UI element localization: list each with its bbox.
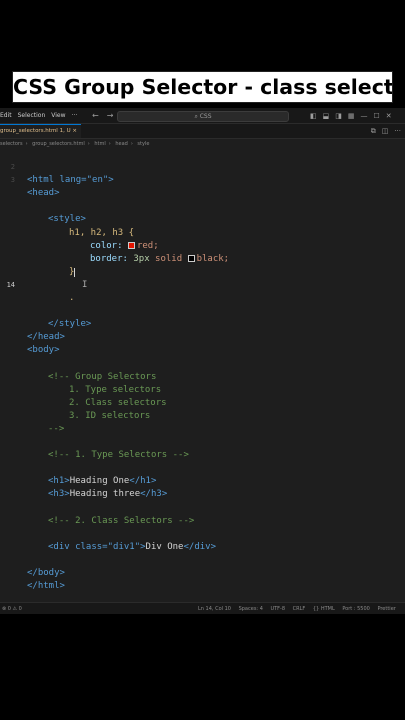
nav-arrows: ← → <box>92 108 113 123</box>
code-line: <div class="div1">Div One</div> <box>0 515 405 552</box>
breadcrumb-item[interactable]: html <box>94 141 105 147</box>
breadcrumb-item[interactable]: style <box>137 141 149 147</box>
command-center-search[interactable]: ⌕ CSS <box>117 111 289 122</box>
code-line: <!-- 1. Type Selectors --> <box>0 423 405 460</box>
tab-close-icon[interactable]: × <box>72 128 77 134</box>
menu-bar: Edit Selection View ··· <box>0 108 77 123</box>
toggle-secondary-sidebar-icon[interactable]: ◨ <box>335 112 342 120</box>
indentation[interactable]: Spaces: 4 <box>239 606 263 612</box>
code-line: 3 <head> <box>0 161 405 198</box>
code-text: </html> <box>27 581 65 592</box>
customize-layout-icon[interactable]: ▦ <box>348 112 355 120</box>
code-line: <!-- Group Selectors <box>0 344 405 382</box>
code-line: 3. ID selectors <box>0 384 405 421</box>
code-line: <style> <box>0 187 405 224</box>
code-line-active: 14 . <box>0 266 405 303</box>
code-line: <h1>Heading One</h1> <box>0 449 405 486</box>
code-area[interactable]: 2 <html lang="en"> 3 <head> <style> h1, … <box>0 148 405 591</box>
encoding[interactable]: UTF-8 <box>270 606 285 612</box>
status-right-items: Ln 14, Col 10 Spaces: 4 UTF-8 CRLF {} HT… <box>198 603 402 614</box>
status-bar: ⊗ 0 ⚠ 0 Ln 14, Col 10 Spaces: 4 UTF-8 CR… <box>0 602 405 614</box>
breadcrumb-item[interactable]: group_selectors.html <box>32 141 85 147</box>
back-arrow-icon[interactable]: ← <box>92 111 99 120</box>
menu-selection[interactable]: Selection <box>18 108 46 123</box>
code-editor-window: Edit Selection View ··· ← → ⌕ CSS ◧ ⬓ ◨ … <box>0 108 405 614</box>
breadcrumb-item[interactable]: head <box>115 141 127 147</box>
code-line: 2 <html lang="en"> <box>0 148 405 185</box>
code-line: h1, h2, h3 { <box>0 200 405 238</box>
tab-badge: 1, U <box>59 128 71 134</box>
split-editor-icon[interactable]: ◫ <box>382 127 389 135</box>
language-mode[interactable]: {} HTML <box>313 606 335 612</box>
forward-arrow-icon[interactable]: → <box>107 111 114 120</box>
code-line: color: red; <box>0 213 405 251</box>
caret <box>74 267 75 277</box>
open-preview-icon[interactable]: ⧉ <box>371 127 376 136</box>
video-caption: CSS Group Selector - class selector <box>12 71 393 103</box>
breadcrumb-item[interactable]: selectors <box>0 141 23 147</box>
close-window-icon[interactable]: ✕ <box>386 112 392 120</box>
live-server-port[interactable]: Port : 5500 <box>342 606 370 612</box>
code-line: <!-- 2. Class Selectors --> <box>0 488 405 526</box>
minimize-icon[interactable]: — <box>361 112 368 120</box>
code-line: </head> <box>0 305 405 342</box>
code-line: } I <box>0 240 405 290</box>
code-line: <body> <box>0 318 405 355</box>
menu-view[interactable]: View <box>51 108 65 123</box>
code-line: 1. Type selectors <box>0 358 405 395</box>
toggle-panel-icon[interactable]: ⬓ <box>323 112 330 120</box>
code-line: </style> <box>0 292 405 329</box>
code-line: </body> <box>0 541 405 578</box>
cursor-position[interactable]: Ln 14, Col 10 <box>198 606 231 612</box>
code-line: --> <box>0 397 405 434</box>
problems-indicator[interactable]: ⊗ 0 ⚠ 0 <box>2 603 22 614</box>
menu-more[interactable]: ··· <box>72 108 78 123</box>
code-line: 2. Class selectors <box>0 371 405 408</box>
tab-group-selectors[interactable]: group_selectors.html 1, U × <box>0 124 81 138</box>
search-text: CSS <box>199 113 212 120</box>
code-line: <h3>Heading three</h3> <box>0 462 405 499</box>
toggle-sidebar-icon[interactable]: ◧ <box>310 112 317 120</box>
layout-controls: ◧ ⬓ ◨ ▦ — ☐ ✕ <box>310 108 392 123</box>
menu-edit[interactable]: Edit <box>0 108 12 123</box>
code-line: border: 3px solid black; <box>0 227 405 264</box>
tab-bar: group_selectors.html 1, U × ⧉ ◫ ··· <box>0 124 405 139</box>
tab-filename: group_selectors.html <box>0 128 58 134</box>
maximize-icon[interactable]: ☐ <box>374 112 380 120</box>
line-ending[interactable]: CRLF <box>293 606 306 612</box>
editor-actions: ⧉ ◫ ··· <box>371 124 401 138</box>
title-bar: Edit Selection View ··· ← → ⌕ CSS ◧ ⬓ ◨ … <box>0 108 405 124</box>
more-actions-icon[interactable]: ··· <box>394 127 401 135</box>
code-text: </body> <box>27 568 65 578</box>
prettier-status[interactable]: Prettier <box>377 606 395 612</box>
code-line: </html> <box>0 554 405 591</box>
